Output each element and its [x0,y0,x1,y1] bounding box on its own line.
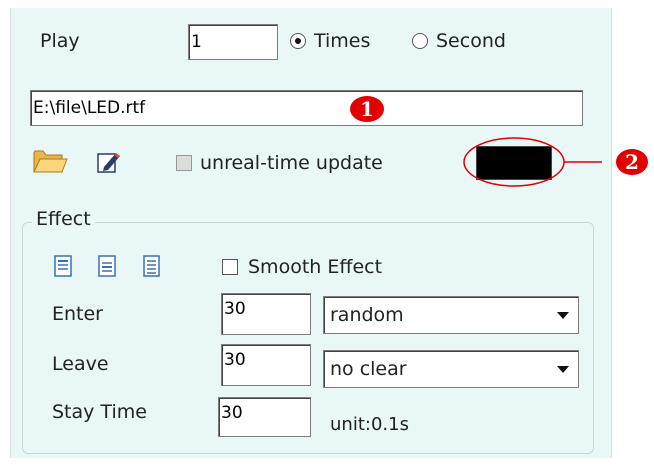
annotation-callout [463,137,602,187]
radio-selected-icon [290,33,306,49]
leave-duration-input[interactable] [221,344,311,386]
edit-icon[interactable] [96,150,122,174]
mode-second-radio[interactable]: Second [412,29,506,53]
enter-duration-input[interactable] [221,293,311,335]
stay-time-label: Stay Time [52,401,147,423]
open-folder-icon[interactable] [32,147,68,175]
chevron-down-icon [557,366,569,373]
effect-align-top-icon[interactable] [52,254,76,278]
smooth-effect-label: Smooth Effect [248,256,383,278]
effect-align-middle-icon[interactable] [96,254,120,278]
enter-label: Enter [52,303,103,325]
enter-effect-select[interactable]: random [323,296,579,334]
realtime-update-label: unreal-time update [200,152,383,174]
file-path-input[interactable] [30,90,583,126]
leave-effect-value: no clear [330,358,407,380]
effect-align-bottom-icon[interactable] [140,254,164,278]
smooth-effect-checkbox[interactable]: Smooth Effect [222,256,382,278]
annotation-marker-2: 2 [616,149,648,175]
enter-effect-value: random [330,304,404,326]
mode-times-label: Times [314,30,371,52]
realtime-update-checkbox[interactable]: unreal-time update [176,152,383,174]
stay-time-input[interactable] [218,397,311,437]
play-label: Play [40,30,80,52]
leave-effect-select[interactable]: no clear [323,350,579,388]
mode-times-radio[interactable]: Times [290,29,370,53]
checkbox-icon [176,155,192,171]
radio-unselected-icon [412,33,428,49]
effect-group-label: Effect [32,207,95,231]
leave-label: Leave [52,353,109,375]
mode-second-label: Second [436,30,506,52]
annotation-marker-1: 1 [350,96,384,122]
play-count-input[interactable] [188,24,278,60]
checkbox-icon [222,259,238,275]
unit-label: unit:0.1s [330,414,409,435]
chevron-down-icon [557,312,569,319]
